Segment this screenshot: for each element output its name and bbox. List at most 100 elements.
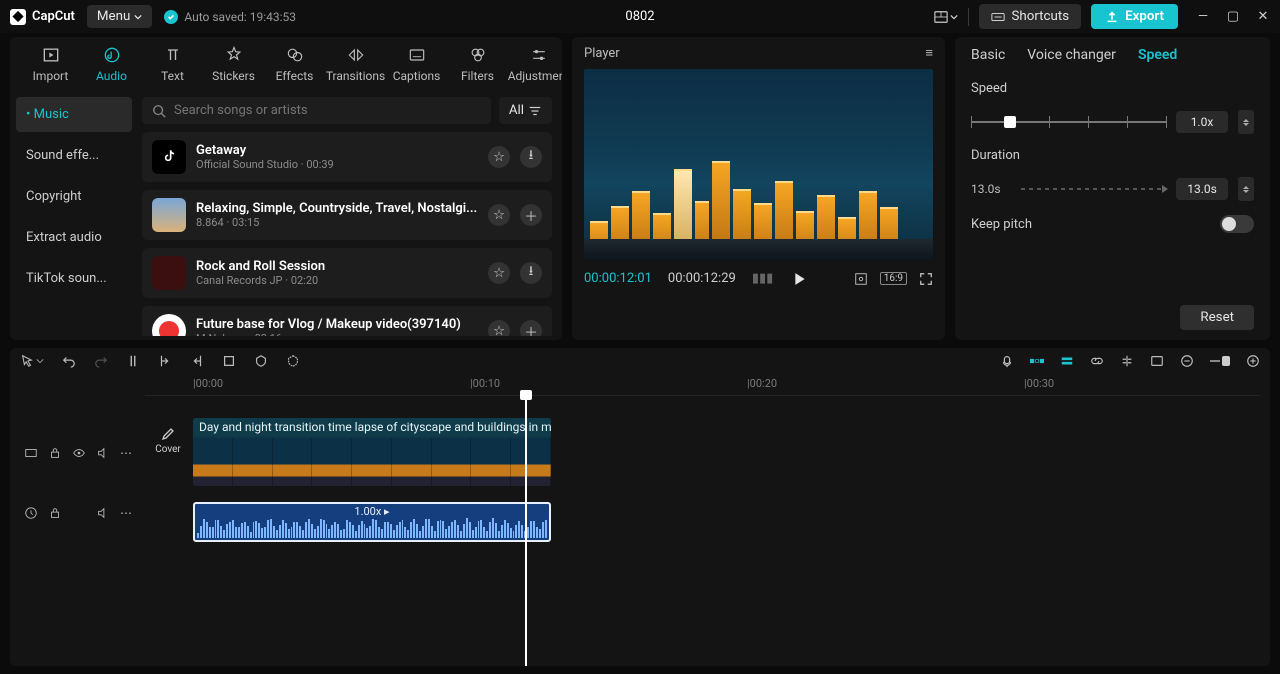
minimize-button[interactable]: — [1196,9,1210,24]
sidebar-item-extract-audio[interactable]: Extract audio [16,220,132,255]
aspect-ratio[interactable]: 16:9 [880,272,907,285]
download-button[interactable]: ⭳ [520,262,542,284]
scale-icon[interactable] [854,272,868,286]
columns-icon[interactable]: ▮▮▮ [752,271,773,286]
trim-right-button[interactable] [190,354,204,368]
keep-pitch-toggle[interactable] [1220,215,1254,233]
visibility-icon[interactable] [72,446,86,460]
nav-audio[interactable]: Audio [81,43,142,85]
player-menu-icon[interactable]: ≡ [925,45,933,61]
speed-slider[interactable] [971,112,1166,132]
preview-viewport[interactable] [584,69,933,261]
nav-label: Stickers [212,69,255,83]
playhead[interactable] [525,396,527,666]
split-button[interactable] [126,354,140,368]
export-button[interactable]: Export [1091,4,1178,29]
sidebar-item-tiktok-sounds[interactable]: TikTok soun... [16,261,132,296]
collapse-icon[interactable] [24,446,38,460]
search-input[interactable] [174,103,481,118]
download-button[interactable]: ⭳ [520,146,542,168]
tab-voice-changer[interactable]: Voice changer [1027,47,1116,63]
more-icon[interactable]: ⋯ [120,446,132,460]
preview-mode-button[interactable] [1150,354,1164,368]
record-button[interactable] [1000,354,1014,368]
tracks-area[interactable]: Cover Day and night transition time laps… [145,396,1270,666]
nav-captions[interactable]: Captions [386,43,447,85]
magnet-track-button[interactable] [1060,354,1074,368]
song-row[interactable]: GetawayOfficial Sound Studio · 00:39 ☆⭳ [142,132,552,182]
lock-icon[interactable] [48,506,62,520]
media-panel: Import Audio Text Stickers Effects Trans… [10,37,562,340]
favorite-button[interactable]: ☆ [488,146,510,168]
link-button[interactable] [1090,354,1104,368]
close-button[interactable]: ✕ [1256,9,1270,24]
zoom-slider[interactable] [1210,356,1230,366]
separator [968,8,969,26]
duration-stepper[interactable] [1238,177,1254,201]
timeline-ruler[interactable]: |00:00 |00:10 |00:20 |00:30 [145,374,1260,396]
song-row[interactable]: Future base for Vlog / Makeup video(3971… [142,306,552,336]
magnet-main-button[interactable] [1030,354,1044,368]
redo-button[interactable] [94,354,108,368]
speed-value[interactable]: 1.0x [1176,111,1228,133]
audio-clip[interactable]: 1.00x ▸ [193,502,551,542]
sidebar-item-copyright[interactable]: Copyright [16,179,132,214]
sidebar-item-music[interactable]: Music [16,97,132,132]
more-icon[interactable]: ⋯ [120,506,132,520]
add-button[interactable]: ＋ [520,204,542,226]
search-icon [152,104,166,118]
song-sub: M.Nakano · 03:16 [196,332,478,336]
align-button[interactable] [1120,354,1134,368]
song-art [152,256,186,290]
lock-icon[interactable] [48,446,62,460]
filter-all-button[interactable]: All [499,97,552,124]
layout-dropdown[interactable] [934,10,958,24]
nav-transitions[interactable]: Transitions [325,43,386,85]
favorite-button[interactable]: ☆ [488,320,510,336]
shortcuts-button[interactable]: Shortcuts [979,4,1081,29]
duration-slider[interactable] [1021,188,1166,190]
ruler-label: |00:20 [747,377,777,390]
search-box[interactable] [142,97,491,124]
zoom-in-button[interactable] [1246,354,1260,368]
nav-filters[interactable]: Filters [447,43,508,85]
sidebar-item-sound-effects[interactable]: Sound effe... [16,138,132,173]
cover-button[interactable]: Cover [151,426,185,455]
song-row[interactable]: Relaxing, Simple, Countryside, Travel, N… [142,190,552,240]
undo-button[interactable] [62,354,76,368]
delete-button[interactable] [222,354,236,368]
video-track-controls: ⋯ [10,418,145,488]
nav-import[interactable]: Import [20,43,81,85]
zoom-out-button[interactable] [1180,354,1194,368]
mute-icon[interactable] [96,506,110,520]
speed-stepper[interactable] [1238,110,1254,134]
fullscreen-icon[interactable] [919,272,933,286]
trim-left-button[interactable] [158,354,172,368]
song-row[interactable]: Rock and Roll SessionCanal Records JP · … [142,248,552,298]
menu-button[interactable]: Menu [87,5,152,28]
play-button[interactable] [793,272,807,286]
nav-effects[interactable]: Effects [264,43,325,85]
tab-speed[interactable]: Speed [1138,47,1177,63]
favorite-button[interactable]: ☆ [488,204,510,226]
pointer-tool[interactable] [20,354,44,368]
clock-icon[interactable] [24,506,38,520]
keyboard-icon [991,10,1005,24]
marker-outline-button[interactable] [286,354,300,368]
maximize-button[interactable]: ▢ [1226,9,1240,24]
marker-button[interactable] [254,354,268,368]
favorite-button[interactable]: ☆ [488,262,510,284]
nav-adjustment[interactable]: Adjustment [508,43,562,85]
mute-icon[interactable] [96,446,110,460]
reset-button[interactable]: Reset [1180,305,1254,330]
duration-value[interactable]: 13.0s [1176,178,1228,200]
nav-label: Text [161,69,184,83]
audio-sidebar: Music Sound effe... Copyright Extract au… [10,89,138,340]
video-clip[interactable]: Day and night transition time lapse of c… [193,418,551,486]
nav-stickers[interactable]: Stickers [203,43,264,85]
add-button[interactable]: ＋ [520,320,542,336]
nav-text[interactable]: Text [142,43,203,85]
audio-track-controls: ⋯ [10,488,145,538]
project-title: 0802 [625,9,654,24]
tab-basic[interactable]: Basic [971,47,1005,63]
